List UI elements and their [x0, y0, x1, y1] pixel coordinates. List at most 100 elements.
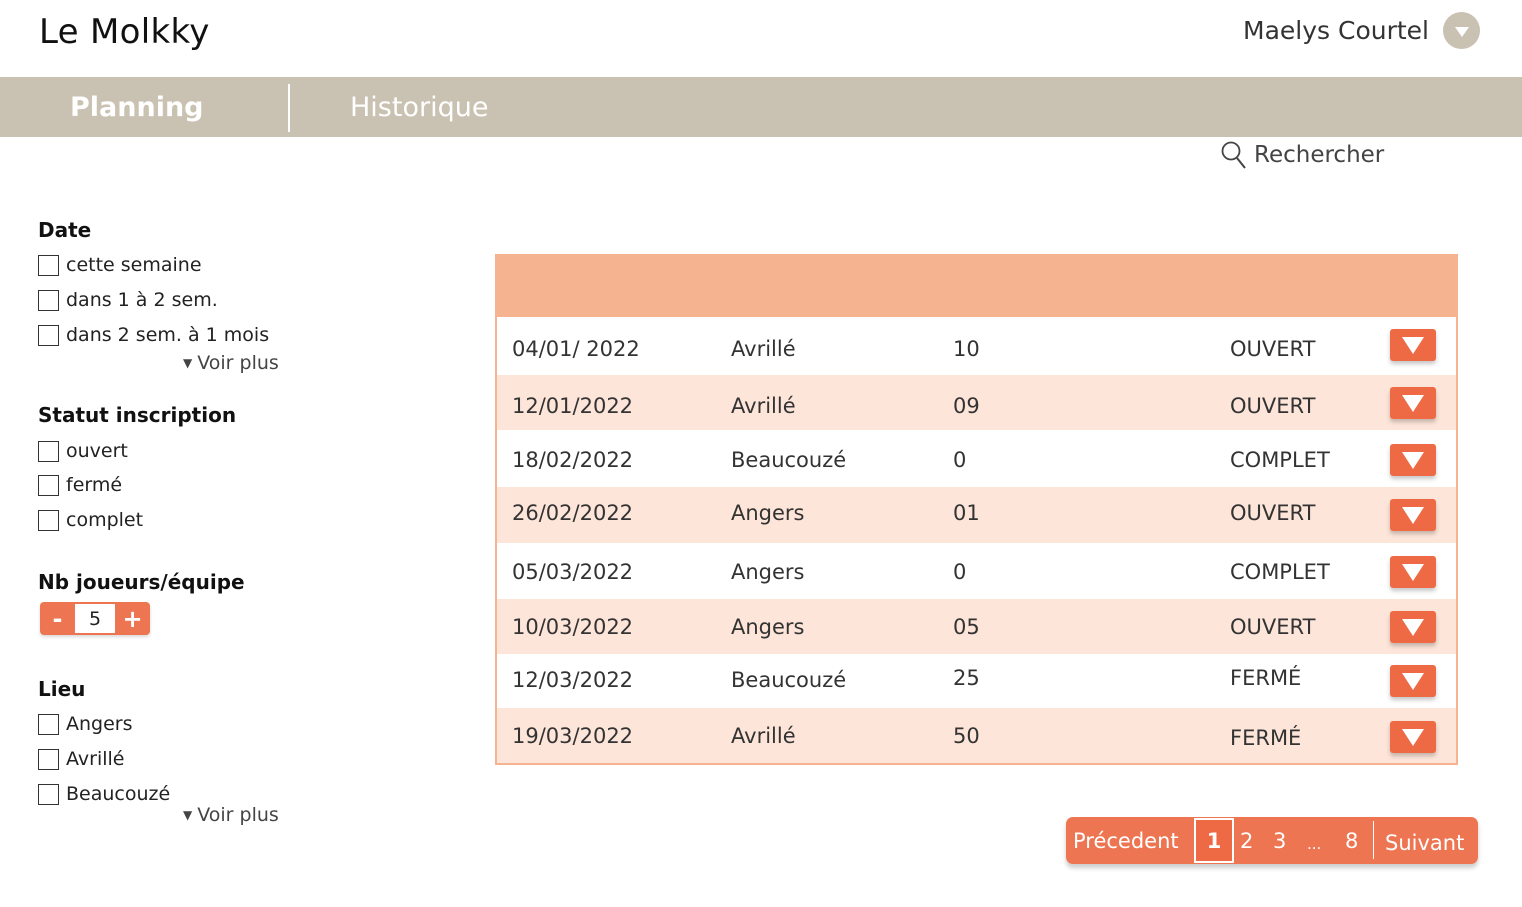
page-3-button[interactable]: 3	[1273, 817, 1286, 864]
cell-nb: 50	[953, 724, 980, 748]
page-1-button[interactable]: 1	[1194, 818, 1234, 863]
table-row: 10/03/2022 Angers 05 OUVERT	[497, 599, 1456, 654]
tab-divider	[288, 84, 290, 132]
page-8-button[interactable]: 8	[1345, 817, 1358, 864]
row-expand-button[interactable]	[1390, 721, 1436, 753]
caret-down-icon: ▼	[183, 356, 193, 370]
checkbox[interactable]	[38, 440, 59, 462]
players-stepper: - 5 +	[40, 602, 150, 635]
table-row: 26/02/2022 Angers 01 OUVERT	[497, 487, 1456, 543]
increment-button[interactable]: +	[115, 602, 150, 635]
show-more-label: Voir plus	[197, 352, 279, 374]
date-show-more-link[interactable]: ▼ Voir plus	[183, 352, 279, 374]
row-expand-button[interactable]	[1390, 499, 1436, 531]
filter-statut-ouvert[interactable]: ouvert	[38, 440, 128, 462]
row-expand-button[interactable]	[1390, 665, 1436, 697]
filter-date-2-weeks-1-month[interactable]: dans 2 sem. à 1 mois	[38, 324, 269, 346]
cell-nb: 05	[953, 615, 980, 639]
row-expand-button[interactable]	[1390, 556, 1436, 588]
filter-date-1-2-weeks[interactable]: dans 1 à 2 sem.	[38, 289, 218, 311]
checkbox[interactable]	[38, 324, 59, 346]
cell-statut: COMPLET	[1230, 448, 1330, 472]
cell-date: 19/03/2022	[512, 724, 634, 748]
previous-page-button[interactable]: Précedent	[1073, 817, 1179, 864]
filter-statut-title: Statut inscription	[38, 403, 237, 427]
checkbox[interactable]	[38, 254, 59, 276]
pagination-divider	[1373, 821, 1374, 859]
table-row: 05/03/2022 Angers 0 COMPLET	[497, 543, 1456, 599]
row-expand-button[interactable]	[1390, 444, 1436, 476]
filter-option-label: Angers	[66, 713, 133, 735]
cell-nb: 0	[953, 448, 967, 472]
cell-nb: 25	[953, 666, 980, 690]
show-more-label: Voir plus	[197, 804, 279, 826]
cell-date: 18/02/2022	[512, 448, 634, 472]
cell-lieu: Angers	[731, 501, 805, 525]
checkbox[interactable]	[38, 509, 59, 531]
cell-nb: 10	[953, 337, 980, 361]
filter-statut-complet[interactable]: complet	[38, 509, 143, 531]
row-expand-button[interactable]	[1390, 611, 1436, 643]
filter-option-label: complet	[66, 509, 144, 531]
checkbox[interactable]	[38, 713, 59, 735]
cell-date: 12/03/2022	[512, 668, 634, 692]
next-page-button[interactable]: Suivant	[1385, 817, 1464, 864]
cell-lieu: Angers	[731, 560, 805, 584]
events-table: 04/01/ 2022 Avrillé 10 OUVERT 12/01/2022…	[495, 254, 1458, 765]
cell-lieu: Avrillé	[731, 337, 796, 361]
caret-down-icon: ▼	[183, 808, 193, 822]
cell-date: 26/02/2022	[512, 501, 634, 525]
table-row: 12/03/2022 Beaucouzé 25 FERMÉ	[497, 654, 1456, 708]
checkbox[interactable]	[38, 474, 59, 496]
filter-date-title: Date	[38, 218, 92, 242]
cell-date: 10/03/2022	[512, 615, 634, 639]
filter-option-label: Avrillé	[66, 748, 125, 770]
cell-statut: COMPLET	[1230, 560, 1330, 584]
decrement-button[interactable]: -	[40, 602, 75, 635]
search-button[interactable]: Rechercher	[1220, 140, 1384, 170]
cell-statut: OUVERT	[1230, 615, 1316, 639]
checkbox[interactable]	[38, 748, 59, 770]
cell-date: 04/01/ 2022	[512, 337, 640, 361]
main-nav: Planning Historique	[0, 77, 1522, 137]
cell-lieu: Beaucouzé	[731, 668, 847, 692]
filter-date-this-week[interactable]: cette semaine	[38, 254, 202, 276]
filter-lieu-title: Lieu	[38, 677, 86, 701]
tab-historique[interactable]: Historique	[350, 77, 488, 137]
filter-lieu-beaucouze[interactable]: Beaucouzé	[38, 783, 170, 805]
chevron-down-icon[interactable]	[1443, 12, 1480, 49]
filter-option-label: cette semaine	[66, 254, 202, 276]
cell-statut: FERMÉ	[1230, 666, 1302, 690]
filter-lieu-angers[interactable]: Angers	[38, 713, 133, 735]
user-menu[interactable]: Maelys Courtel	[1243, 12, 1480, 49]
filter-joueurs-title: Nb joueurs/équipe	[38, 570, 245, 594]
table-header	[497, 256, 1456, 317]
filter-option-label: dans 2 sem. à 1 mois	[66, 324, 270, 346]
row-expand-button[interactable]	[1390, 387, 1436, 419]
cell-date: 12/01/2022	[512, 394, 634, 418]
row-expand-button[interactable]	[1390, 329, 1436, 361]
app-title: Le Molkky	[39, 12, 210, 52]
search-icon	[1221, 141, 1246, 169]
cell-lieu: Beaucouzé	[731, 448, 847, 472]
filter-option-label: ouvert	[66, 440, 128, 462]
pagination-ellipsis: ...	[1307, 834, 1322, 853]
filter-option-label: Beaucouzé	[66, 783, 171, 805]
filter-statut-ferme[interactable]: fermé	[38, 474, 122, 496]
filter-lieu-avrille[interactable]: Avrillé	[38, 748, 124, 770]
cell-nb: 0	[953, 560, 967, 584]
search-label: Rechercher	[1254, 142, 1385, 168]
checkbox[interactable]	[38, 289, 59, 311]
tab-planning[interactable]: Planning	[70, 77, 204, 137]
checkbox[interactable]	[38, 783, 59, 805]
cell-statut: OUVERT	[1230, 394, 1316, 418]
lieu-show-more-link[interactable]: ▼ Voir plus	[183, 804, 279, 826]
table-row: 12/01/2022 Avrillé 09 OUVERT	[497, 375, 1456, 430]
players-count-value[interactable]: 5	[75, 602, 115, 635]
cell-lieu: Avrillé	[731, 394, 796, 418]
page-2-button[interactable]: 2	[1240, 817, 1253, 864]
cell-lieu: Angers	[731, 615, 805, 639]
filter-option-label: fermé	[66, 474, 123, 496]
cell-nb: 09	[953, 394, 980, 418]
table-row: 04/01/ 2022 Avrillé 10 OUVERT	[497, 317, 1456, 375]
